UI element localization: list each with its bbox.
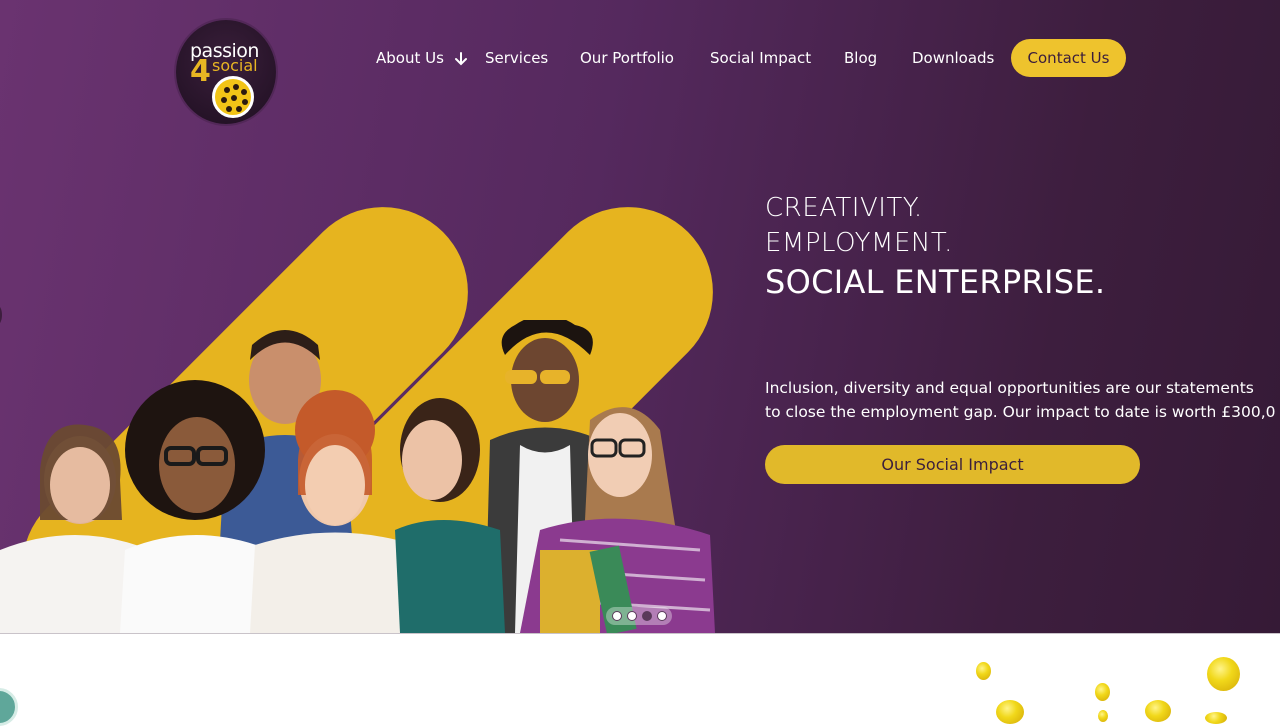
- carousel-dot-4[interactable]: [657, 611, 667, 621]
- hero-description-line-2: to close the employment gap. Our impact …: [765, 403, 1276, 421]
- coin-decoration: [1207, 657, 1240, 691]
- chevron-down-icon[interactable]: [454, 51, 468, 67]
- carousel-dots: [606, 607, 672, 625]
- nav-downloads[interactable]: Downloads: [912, 49, 994, 67]
- carousel-dot-3[interactable]: [642, 611, 652, 621]
- hero-description-line-1: Inclusion, diversity and equal opportuni…: [765, 379, 1254, 397]
- nav-blog[interactable]: Blog: [844, 49, 877, 67]
- carousel-dot-2[interactable]: [627, 611, 637, 621]
- nav-services[interactable]: Services: [485, 49, 548, 67]
- section-divider: [0, 633, 1280, 634]
- main-nav: About Us Services Our Portfolio Social I…: [0, 0, 1280, 116]
- our-social-impact-button[interactable]: Our Social Impact: [765, 445, 1140, 484]
- nav-social-impact[interactable]: Social Impact: [710, 49, 811, 67]
- hero-line-creativity: CREATIVITY.: [765, 193, 923, 223]
- nav-our-portfolio[interactable]: Our Portfolio: [580, 49, 674, 67]
- coin-decoration: [1205, 712, 1227, 724]
- carousel-dot-1[interactable]: [612, 611, 622, 621]
- coin-decoration: [976, 662, 991, 680]
- contact-us-button[interactable]: Contact Us: [1011, 39, 1126, 77]
- hero-line-employment: EMPLOYMENT.: [765, 228, 953, 258]
- coin-decoration: [1145, 700, 1171, 722]
- hero-description: Inclusion, diversity and equal opportuni…: [765, 376, 1280, 424]
- coin-decoration: [1098, 710, 1108, 722]
- chat-widget-icon[interactable]: [0, 688, 18, 726]
- coin-decoration: [996, 700, 1024, 724]
- hero-people-image: [0, 320, 715, 633]
- coin-decoration: [1095, 683, 1110, 701]
- nav-about-us[interactable]: About Us: [376, 49, 444, 67]
- hero-line-social-enterprise: SOCIAL ENTERPRISE.: [765, 263, 1106, 301]
